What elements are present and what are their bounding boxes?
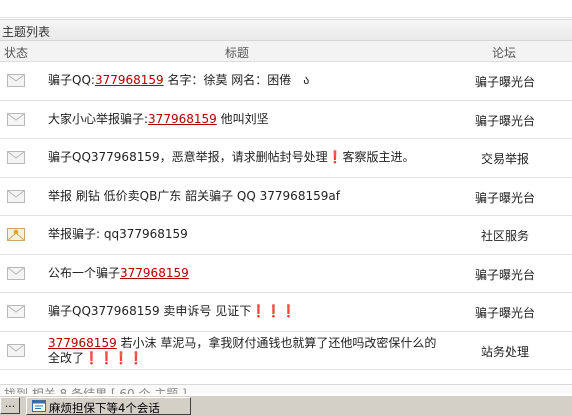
envelope-icon bbox=[7, 151, 25, 164]
topic-title-prefix: 骗子QQ: bbox=[48, 73, 95, 87]
topic-title[interactable]: 377968159 若小沫 草泥马，拿我财付通钱也就算了还他吗改密保什么的全改了… bbox=[48, 336, 438, 366]
envelope-icon bbox=[7, 305, 25, 318]
topic-title-suffix: 他叫刘坚 bbox=[216, 111, 269, 126]
topic-title-prefix: 举报骗子: qq377968159 bbox=[48, 227, 188, 241]
table-row: 377968159 若小沫 草泥马，拿我财付通钱也就算了还他吗改密保什么的全改了… bbox=[0, 332, 572, 370]
topic-title-prefix: 举报 刷钻 低价卖QB广东 韶关骗子 QQ 377968159af bbox=[48, 188, 340, 203]
forum-link[interactable]: 骗子曝光台 bbox=[455, 304, 555, 321]
chat-window-icon bbox=[32, 400, 46, 412]
topic-title-prefix: 大家小心举报骗子: bbox=[48, 111, 149, 126]
forum-link[interactable]: 站务处理 bbox=[455, 343, 555, 360]
hot-envelope-icon bbox=[7, 228, 25, 241]
topic-title[interactable]: 骗子QQ377968159 卖申诉号 见证下❗❗❗ bbox=[48, 304, 438, 319]
envelope-icon bbox=[7, 74, 25, 87]
topic-title-suffix: 名字：徐莫 网名：困倦 ა bbox=[163, 73, 310, 87]
qq-link[interactable]: 377968159 bbox=[95, 73, 164, 87]
topic-title[interactable]: 骗子QQ:377968159 名字：徐莫 网名：困倦 ა bbox=[48, 73, 438, 88]
table-row: 大家小心举报骗子:377968159 他叫刘坚 骗子曝光台 bbox=[0, 101, 572, 139]
column-header-row: 状态 标题 论坛 bbox=[0, 41, 572, 62]
table-row: 骗子QQ377968159，恶意举报，请求删帖封号处理❗客察版主进。 交易举报 bbox=[0, 139, 572, 178]
envelope-icon bbox=[7, 189, 25, 203]
top-bar bbox=[0, 0, 572, 18]
envelope-icon bbox=[7, 266, 25, 280]
column-header-forum: 论坛 bbox=[492, 46, 517, 60]
table-row: 骗子QQ:377968159 名字：徐莫 网名：困倦 ა 骗子曝光台 bbox=[0, 62, 572, 101]
topic-title[interactable]: 公布一个骗子377968159 bbox=[48, 266, 438, 281]
taskbar-chat-button[interactable]: 麻烦担保下等4个会话 bbox=[26, 397, 191, 415]
envelope-icon bbox=[7, 112, 25, 126]
taskbar: ... 麻烦担保下等4个会话 bbox=[0, 394, 572, 416]
topic-title[interactable]: 举报 刷钻 低价卖QB广东 韶关骗子 QQ 377968159af bbox=[48, 189, 438, 204]
section-header: 主题列表 bbox=[0, 19, 572, 41]
topic-title-prefix: 骗子QQ377968159 卖申诉号 见证下❗❗❗ bbox=[48, 304, 297, 318]
topic-title-prefix: 公布一个骗子 bbox=[48, 265, 121, 280]
topic-list-page: 主题列表 状态 标题 论坛 骗子QQ:377968159 名字：徐莫 网名：困倦… bbox=[0, 0, 572, 416]
taskbar-overflow-button[interactable]: ... bbox=[0, 397, 20, 414]
forum-link[interactable]: 骗子曝光台 bbox=[455, 266, 555, 283]
forum-link[interactable]: 骗子曝光台 bbox=[455, 112, 555, 129]
qq-link[interactable]: 377968159 bbox=[48, 336, 117, 350]
envelope-icon bbox=[7, 343, 25, 357]
topic-title-prefix: 骗子QQ377968159，恶意举报，请求删帖封号处理❗客察版主进。 bbox=[48, 150, 415, 164]
column-header-title: 标题 bbox=[225, 46, 250, 60]
forum-link[interactable]: 交易举报 bbox=[455, 150, 555, 167]
qq-link[interactable]: 377968159 bbox=[148, 112, 217, 126]
forum-link[interactable]: 骗子曝光台 bbox=[455, 73, 555, 90]
section-title: 主题列表 bbox=[2, 25, 51, 39]
forum-link[interactable]: 社区服务 bbox=[455, 227, 555, 244]
table-row: 举报骗子: qq377968159 社区服务 bbox=[0, 216, 572, 255]
table-row: 公布一个骗子377968159 骗子曝光台 bbox=[0, 255, 572, 293]
table-row: 举报 刷钻 低价卖QB广东 韶关骗子 QQ 377968159af 骗子曝光台 bbox=[0, 178, 572, 216]
topic-title[interactable]: 骗子QQ377968159，恶意举报，请求删帖封号处理❗客察版主进。 bbox=[48, 150, 438, 165]
column-header-status: 状态 bbox=[4, 46, 29, 60]
topic-title[interactable]: 大家小心举报骗子:377968159 他叫刘坚 bbox=[48, 112, 438, 127]
table-row: 骗子QQ377968159 卖申诉号 见证下❗❗❗ 骗子曝光台 bbox=[0, 293, 572, 332]
taskbar-chat-label: 麻烦担保下等4个会话 bbox=[49, 401, 160, 415]
qq-link[interactable]: 377968159 bbox=[120, 266, 189, 280]
topic-title[interactable]: 举报骗子: qq377968159 bbox=[48, 227, 438, 242]
topic-table: 骗子QQ:377968159 名字：徐莫 网名：困倦 ა 骗子曝光台 大家小心举… bbox=[0, 62, 572, 370]
forum-link[interactable]: 骗子曝光台 bbox=[455, 189, 555, 206]
